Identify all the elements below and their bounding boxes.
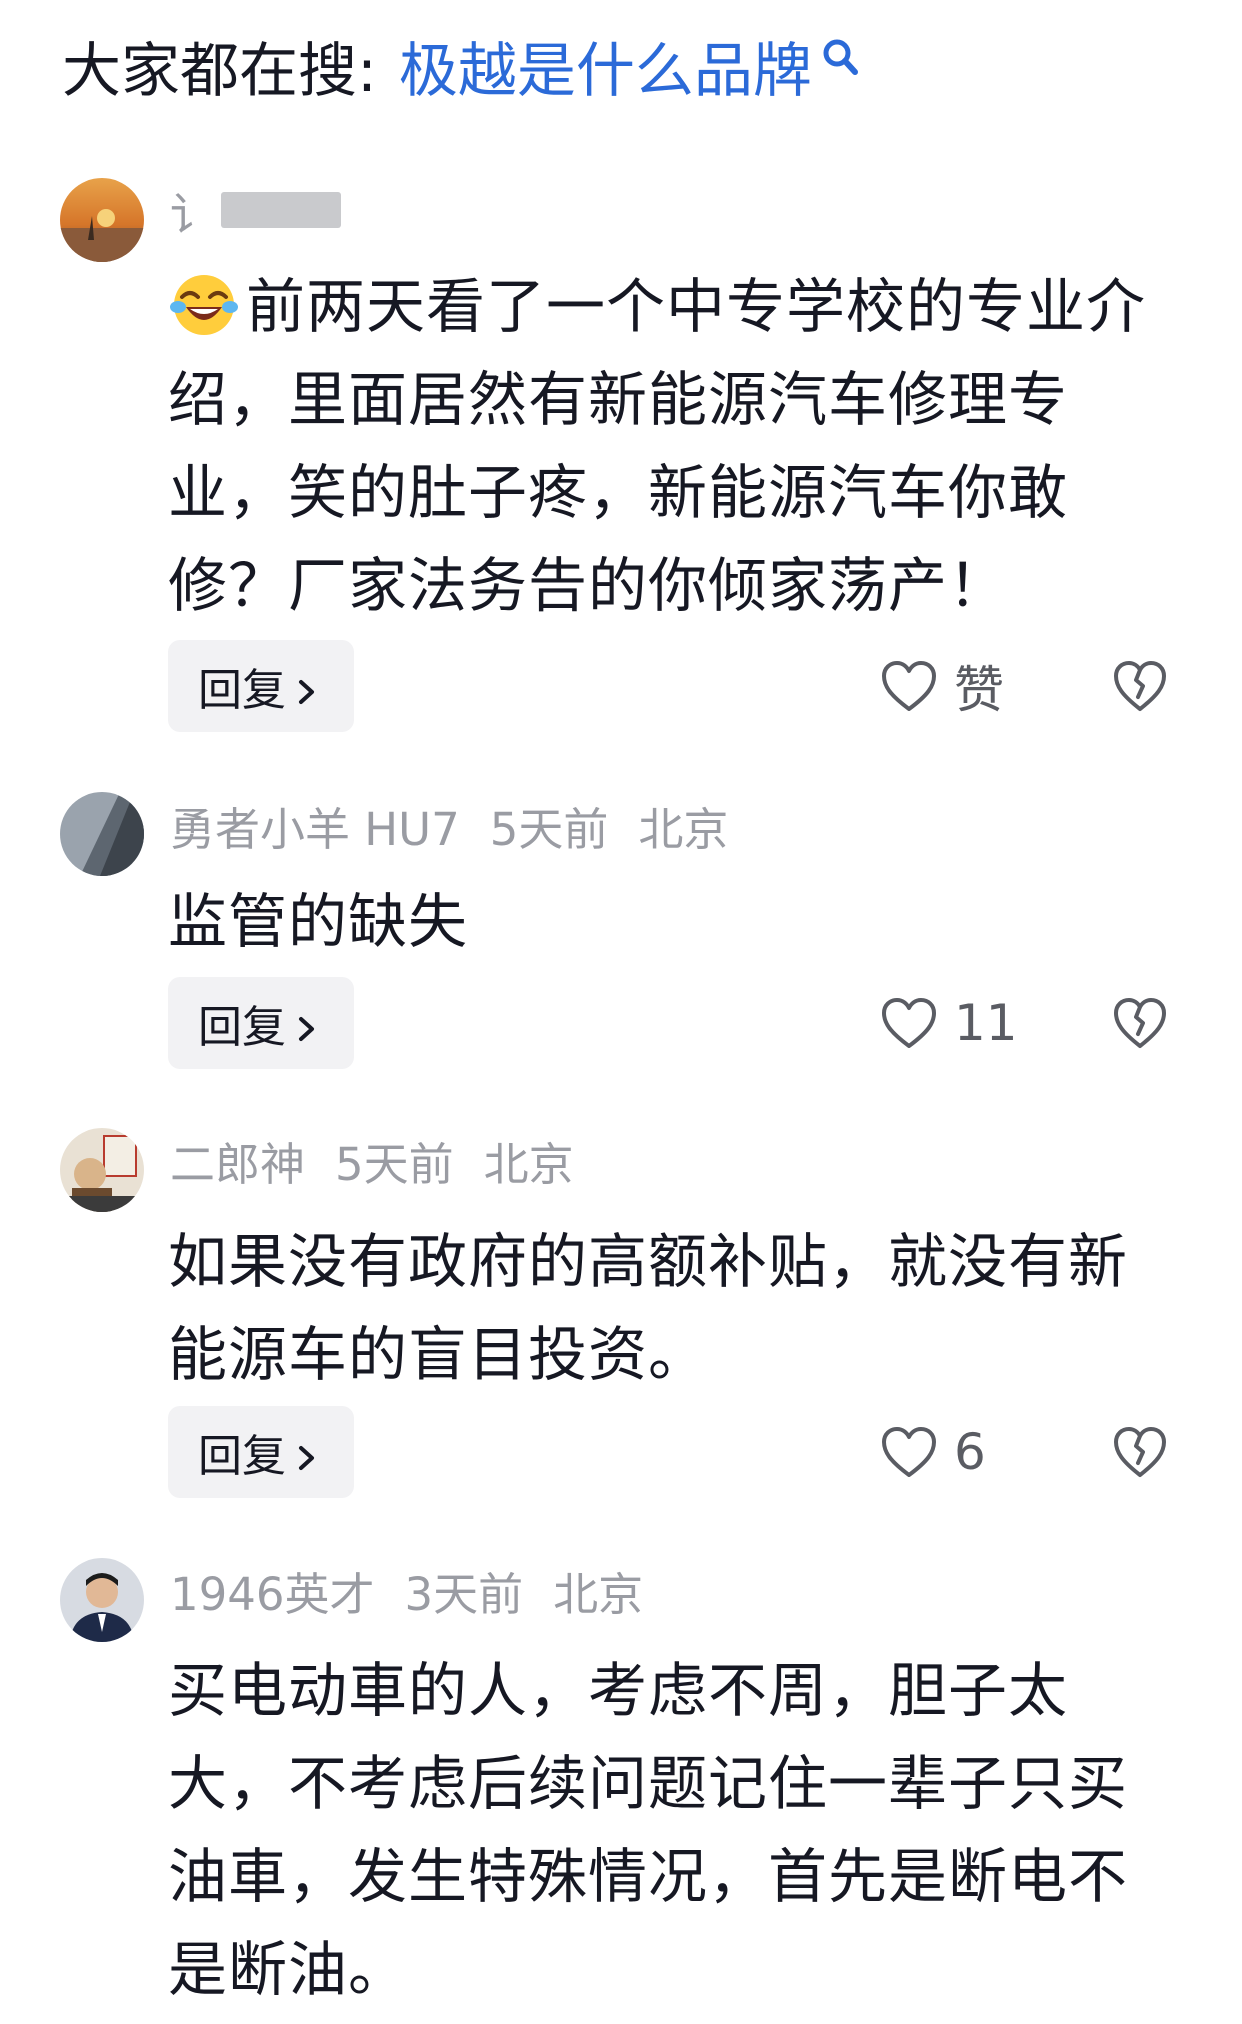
comment-text-content: 监管的缺失 xyxy=(168,887,469,956)
comment-text: 前两天看了一个中专学校的专业介绍，里面居然有新能源汽车修理专业，笑的肚子疼，新能… xyxy=(168,260,1178,632)
search-icon[interactable] xyxy=(820,30,860,75)
chevron-right-icon xyxy=(294,1006,320,1041)
reply-button[interactable]: 回复 xyxy=(168,977,354,1069)
comment-meta: 二郎神 5天前 北京 xyxy=(170,1128,574,1193)
comment-text-content: 如果没有政府的高额补贴，就没有新能源车的盲目投资。 xyxy=(168,1227,1129,1389)
comment-text-content: 买电动車的人，考虑不周，胆子太大，不考虑后续问题记住一辈子只买油車，发生特殊情况… xyxy=(168,1656,1129,2004)
comment-username[interactable]: 勇者小羊 HU7 xyxy=(170,793,460,858)
chevron-right-icon xyxy=(294,669,320,704)
broken-heart-icon xyxy=(1114,661,1166,711)
dislike-button[interactable] xyxy=(1110,977,1170,1069)
like-button[interactable]: 11 xyxy=(880,977,1018,1069)
dislike-button[interactable] xyxy=(1110,640,1170,732)
dislike-button[interactable] xyxy=(1110,1406,1170,1498)
redacted-username xyxy=(221,192,342,228)
search-suggestion[interactable]: 大家都在搜: 极越是什么品牌 xyxy=(62,30,860,110)
like-count: 赞 xyxy=(954,661,1004,719)
comment-text: 如果没有政府的高额补贴，就没有新能源车的盲目投资。 xyxy=(168,1215,1178,1401)
comment-meta: 1946英才 3天前 北京 xyxy=(170,1558,644,1623)
comment-location: 北京 xyxy=(553,1567,644,1621)
comment-meta: 勇者小羊 HU7 5天前 北京 xyxy=(170,793,729,858)
laughing-tears-emoji xyxy=(168,267,240,339)
broken-heart-icon xyxy=(1114,1427,1166,1477)
like-button[interactable]: 赞 xyxy=(880,640,1004,732)
like-button[interactable]: 6 xyxy=(880,1406,986,1498)
comment-username[interactable]: 1946英才 xyxy=(170,1558,375,1623)
avatar[interactable] xyxy=(60,1128,144,1212)
comment-text-content: 前两天看了一个中专学校的专业介绍，里面居然有新能源汽车修理专业，笑的肚子疼，新能… xyxy=(168,272,1147,620)
reply-button[interactable]: 回复 xyxy=(168,640,354,732)
reply-label: 回复 xyxy=(198,665,286,716)
comment-time: 5天前 xyxy=(489,802,609,856)
chevron-right-icon xyxy=(294,1435,320,1470)
search-suggestion-label: 大家都在搜: xyxy=(62,35,377,105)
avatar[interactable] xyxy=(60,178,144,262)
comment-time: 3天前 xyxy=(404,1567,524,1621)
avatar[interactable] xyxy=(60,792,144,876)
comment-text: 买电动車的人，考虑不周，胆子太大，不考虑后续问题记住一辈子只买油車，发生特殊情况… xyxy=(168,1644,1178,2016)
broken-heart-icon xyxy=(1114,998,1166,1048)
heart-outline-icon xyxy=(882,1427,936,1477)
heart-outline-icon xyxy=(882,998,936,1048)
comment-text: 监管的缺失 xyxy=(168,875,1178,968)
heart-outline-icon xyxy=(882,661,936,711)
like-count: 11 xyxy=(954,994,1018,1052)
comment-location: 北京 xyxy=(483,1137,574,1191)
search-suggestion-term[interactable]: 极越是什么品牌 xyxy=(399,41,812,100)
reply-label: 回复 xyxy=(198,1002,286,1053)
like-count: 6 xyxy=(954,1423,986,1481)
reply-label: 回复 xyxy=(198,1431,286,1482)
comment-username[interactable]: 讠 xyxy=(170,178,215,243)
reply-button[interactable]: 回复 xyxy=(168,1406,354,1498)
comment-location: 北京 xyxy=(638,802,729,856)
comment-username[interactable]: 二郎神 xyxy=(170,1128,305,1193)
comment-time: 5天前 xyxy=(335,1137,454,1191)
comment-meta: 讠 xyxy=(170,178,342,243)
avatar[interactable] xyxy=(60,1558,144,1642)
